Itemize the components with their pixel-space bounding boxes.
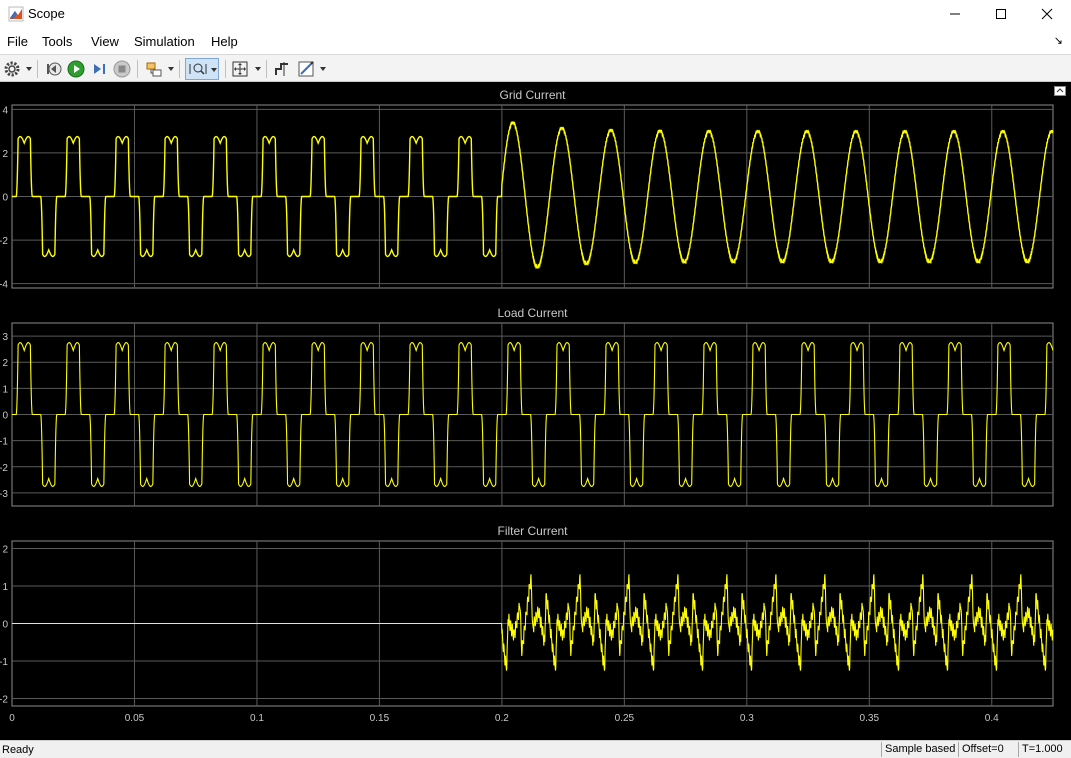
maximize-button[interactable] [978, 0, 1024, 28]
toolbar-separator [225, 60, 226, 78]
x-tick-label: 0 [9, 713, 15, 724]
y-tick-label: 4 [2, 105, 8, 116]
matlab-icon [8, 6, 24, 22]
y-tick-label: 1 [2, 582, 8, 593]
x-tick-label: 0.1 [250, 713, 264, 724]
step-back-icon[interactable] [44, 59, 64, 79]
chevron-down-icon[interactable] [320, 67, 326, 71]
maximize-icon [996, 9, 1006, 19]
status-bar: Ready Sample based Offset=0 T=1.000 [0, 740, 1071, 758]
menu-simulation[interactable]: Simulation [134, 34, 195, 49]
y-tick-label: 2 [2, 545, 8, 556]
undock-axes-icon[interactable] [1054, 86, 1066, 96]
scope-axes-container[interactable]: Grid Current420-2-4Load Current3210-1-2-… [0, 82, 1071, 740]
cursor-measurement-icon[interactable] [272, 59, 292, 79]
x-tick-label: 0.25 [615, 713, 635, 724]
highlight-block-icon[interactable] [144, 59, 164, 79]
minimize-icon [950, 13, 960, 15]
gear-icon[interactable] [2, 59, 22, 79]
y-tick-label: -2 [0, 695, 8, 706]
status-text: Ready [2, 744, 34, 756]
axes-title: Grid Current [499, 88, 566, 102]
menu-view[interactable]: View [91, 34, 119, 49]
x-tick-label: 0.4 [985, 713, 999, 724]
fit-to-view-icon[interactable] [230, 59, 250, 79]
chevron-down-icon[interactable] [26, 67, 32, 71]
axes-title: Filter Current [497, 524, 568, 538]
axes-1[interactable]: Load Current 3 2 1 0 -1 -2 -3 [0, 306, 1054, 507]
y-tick-label: 2 [2, 358, 8, 369]
window-title: Scope [28, 6, 65, 21]
sim-time: T=1.000 [1018, 742, 1071, 757]
undock-icon[interactable]: ↘ [1054, 34, 1063, 47]
y-tick-label: -3 [0, 489, 8, 500]
y-tick-label: -1 [0, 437, 8, 448]
style-icon[interactable] [296, 59, 316, 79]
time-offset: Offset=0 [958, 742, 1018, 757]
axes-0[interactable]: Grid Current 4 2 0 -2 -4 [0, 88, 1054, 291]
chevron-down-icon[interactable] [168, 67, 174, 71]
toolbar [0, 54, 1071, 82]
minimize-button[interactable] [932, 0, 978, 28]
x-tick-label: 0.3 [740, 713, 754, 724]
title-bar: Scope [0, 0, 1071, 28]
toolbar-separator [137, 60, 138, 78]
close-icon [1041, 8, 1053, 20]
y-tick-label: 0 [2, 620, 8, 631]
y-tick-label: 2 [2, 149, 8, 160]
close-button[interactable] [1024, 0, 1070, 28]
zoom-x-icon [189, 63, 207, 75]
x-tick-label: 0.05 [125, 713, 145, 724]
chevron-down-icon[interactable] [255, 67, 261, 71]
toolbar-separator [266, 60, 267, 78]
chevron-down-icon[interactable] [211, 68, 217, 72]
y-tick-label: 3 [2, 332, 8, 343]
y-tick-label: -2 [0, 236, 8, 247]
y-tick-label: -2 [0, 463, 8, 474]
menu-help[interactable]: Help [211, 34, 238, 49]
stop-icon[interactable] [112, 59, 132, 79]
x-tick-label: 0.15 [370, 713, 390, 724]
toolbar-separator [37, 60, 38, 78]
y-tick-label: 0 [2, 411, 8, 422]
sample-mode: Sample based [881, 742, 958, 757]
scope-display[interactable]: Grid Current420-2-4Load Current3210-1-2-… [0, 82, 1071, 740]
axes-2[interactable]: Filter Current210-1-200.050.10.150.20.25… [0, 524, 1054, 724]
axes-title: Load Current [497, 306, 568, 320]
menu-bar: File Tools View Simulation Help ↘ [0, 28, 1071, 54]
x-tick-label: 0.2 [495, 713, 509, 724]
y-tick-label: 1 [2, 384, 8, 395]
y-tick-label: 0 [2, 193, 8, 204]
toolbar-separator [179, 60, 180, 78]
x-tick-label: 0.35 [860, 713, 880, 724]
y-tick-label: -4 [0, 280, 8, 291]
zoom-x-button[interactable] [185, 58, 219, 80]
menu-file[interactable]: File [7, 34, 28, 49]
y-tick-label: -1 [0, 657, 8, 668]
menu-tools[interactable]: Tools [42, 34, 72, 49]
step-forward-icon[interactable] [89, 59, 109, 79]
run-icon[interactable] [66, 59, 86, 79]
